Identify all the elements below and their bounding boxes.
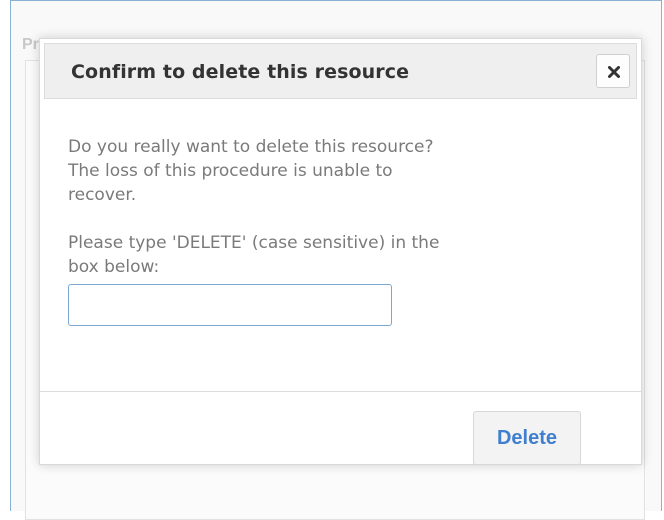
close-button[interactable]	[596, 54, 630, 88]
close-icon	[608, 66, 620, 78]
delete-confirmation-input[interactable]	[68, 284, 392, 326]
background-panel-title: Pr	[22, 36, 39, 53]
warning-line: Do you really want to delete this resour…	[68, 137, 434, 157]
confirm-instruction: Please type 'DELETE' (case sensitive) in…	[68, 231, 608, 279]
instruction-line: box below:	[68, 257, 160, 277]
dialog-body: Do you really want to delete this resour…	[68, 135, 608, 326]
dialog-title: Confirm to delete this resource	[71, 61, 410, 83]
delete-button[interactable]: Delete	[473, 411, 581, 465]
delete-confirm-dialog: Confirm to delete this resource Do you r…	[39, 38, 642, 465]
warning-line: recover.	[68, 185, 137, 205]
dialog-header: Confirm to delete this resource	[44, 43, 637, 99]
warning-line: The loss of this procedure is unable to	[68, 161, 393, 181]
instruction-line: Please type 'DELETE' (case sensitive) in…	[68, 233, 440, 253]
footer-divider	[40, 391, 641, 392]
warning-message: Do you really want to delete this resour…	[68, 135, 608, 207]
